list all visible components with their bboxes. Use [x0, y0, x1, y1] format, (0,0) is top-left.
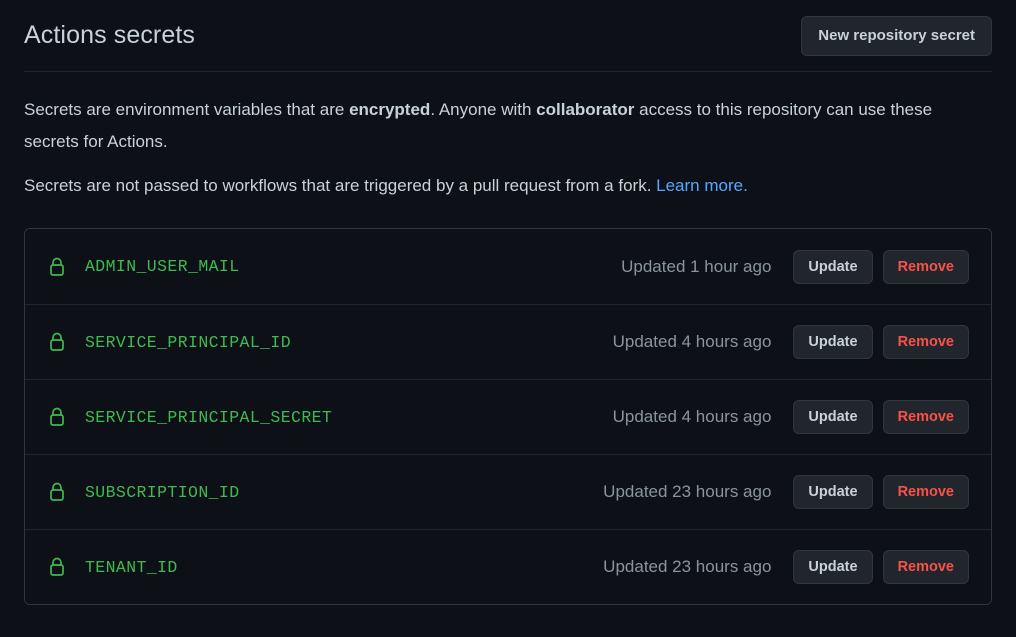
description-paragraph-2: Secrets are not passed to workflows that… — [24, 170, 984, 202]
desc-text-5: . — [743, 176, 748, 195]
update-secret-button[interactable]: Update — [793, 325, 873, 359]
desc-text-2: . Anyone with — [430, 100, 537, 119]
remove-secret-button[interactable]: Remove — [882, 475, 969, 509]
update-secret-button[interactable]: Update — [793, 400, 873, 434]
secret-updated-timestamp: Updated 1 hour ago — [621, 256, 772, 276]
remove-secret-button[interactable]: Remove — [882, 325, 969, 359]
secret-name: TENANT_ID — [85, 557, 178, 577]
secret-row-tenant-id: TENANT_ID Updated 23 hours ago Update Re… — [25, 529, 991, 604]
secret-updated-timestamp: Updated 23 hours ago — [603, 482, 772, 501]
secret-name: SUBSCRIPTION_ID — [85, 482, 240, 502]
secret-updated-timestamp: Updated 23 hours ago — [603, 557, 772, 576]
lock-icon — [45, 330, 69, 354]
update-secret-button[interactable]: Update — [793, 475, 873, 509]
secret-name: SERVICE_PRINCIPAL_ID — [85, 332, 292, 352]
remove-secret-button[interactable]: Remove — [882, 400, 969, 434]
learn-more-link[interactable]: Learn more — [656, 176, 743, 195]
lock-icon — [45, 405, 69, 429]
secret-row-service-principal-secret: SERVICE_PRINCIPAL_SECRET Updated 4 hours… — [25, 379, 991, 454]
update-secret-button[interactable]: Update — [793, 550, 873, 584]
secret-name: SERVICE_PRINCIPAL_SECRET — [85, 407, 333, 427]
secret-row-subscription-id: SUBSCRIPTION_ID Updated 23 hours ago Upd… — [25, 454, 991, 529]
desc-bold-collaborator: collaborator — [536, 100, 635, 119]
secret-row-service-principal-id: SERVICE_PRINCIPAL_ID Updated 4 hours ago… — [25, 304, 991, 379]
secret-updated-timestamp: Updated 4 hours ago — [612, 332, 772, 351]
desc-text-1: Secrets are environment variables that a… — [24, 100, 350, 119]
update-secret-button[interactable]: Update — [793, 249, 873, 284]
new-repository-secret-button[interactable]: New repository secret — [801, 15, 992, 56]
actions-secrets-page: Actions secrets New repository secret Se… — [0, 0, 1016, 637]
desc-text-4: Secrets are not passed to workflows that… — [24, 176, 657, 195]
secret-updated-timestamp: Updated 4 hours ago — [612, 407, 772, 426]
description-section: Secrets are environment variables that a… — [24, 72, 992, 202]
remove-secret-button[interactable]: Remove — [882, 249, 969, 284]
page-title: Actions secrets — [24, 20, 196, 49]
page-header: Actions secrets New repository secret — [24, 0, 992, 72]
secret-name: ADMIN_USER_MAIL — [85, 257, 240, 276]
remove-secret-button[interactable]: Remove — [882, 550, 969, 584]
secrets-list: ADMIN_USER_MAIL Updated 1 hour ago Updat… — [24, 228, 992, 605]
secret-row-admin-user-mail: ADMIN_USER_MAIL Updated 1 hour ago Updat… — [25, 229, 991, 304]
lock-icon — [45, 480, 69, 504]
desc-bold-encrypted: encrypted — [349, 100, 431, 119]
description-paragraph-1: Secrets are environment variables that a… — [24, 94, 984, 158]
lock-icon — [45, 255, 69, 279]
lock-icon — [45, 555, 69, 579]
